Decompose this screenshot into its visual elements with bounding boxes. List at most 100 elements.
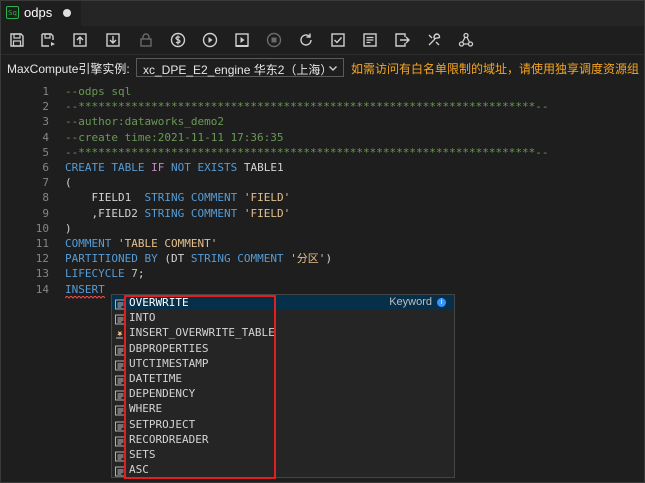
- suggest-item[interactable]: INTO: [112, 310, 454, 325]
- code-line[interactable]: 4 --create time:2021-11-11 17:36:35: [1, 130, 644, 145]
- line-code: --author:dataworks_demo2: [65, 114, 224, 129]
- suggest-item[interactable]: SETPROJECT: [112, 417, 454, 432]
- toolbar: [1, 26, 644, 55]
- suggest-item[interactable]: DBPROPERTIES: [112, 341, 454, 356]
- code-token: 'FIELD': [243, 206, 291, 220]
- refresh-icon[interactable]: [297, 31, 315, 49]
- line-code: --**************************************…: [65, 145, 548, 160]
- line-number: 8: [42, 191, 49, 205]
- code-line[interactable]: 12 PARTITIONED BY (DT STRING COMMENT '分区'…: [1, 251, 644, 266]
- run-with-params-icon[interactable]: [233, 31, 251, 49]
- code-token: ): [65, 221, 72, 235]
- code-token: INSERT: [65, 282, 112, 296]
- snippet-icon: [115, 327, 126, 339]
- keyword-icon: [115, 464, 126, 477]
- check-icon[interactable]: [329, 31, 347, 49]
- code-line[interactable]: 3 --author:dataworks_demo2: [1, 114, 644, 129]
- tab-odps[interactable]: Sq odps: [1, 1, 81, 26]
- keyword-icon: [115, 434, 126, 447]
- upload-icon[interactable]: [71, 31, 89, 49]
- suggest-item-label: WHERE: [129, 402, 163, 416]
- code-token: FIELD1: [65, 191, 145, 205]
- suggest-item-label: DBPROPERTIES: [129, 341, 209, 355]
- line-number: 13: [35, 267, 49, 281]
- line-number: 3: [42, 115, 49, 129]
- stop-icon[interactable]: [265, 31, 283, 49]
- unsaved-dot-icon[interactable]: [63, 9, 71, 17]
- code-line[interactable]: 11 COMMENT 'TABLE COMMENT': [1, 236, 644, 251]
- suggest-item[interactable]: WHERE: [112, 401, 454, 416]
- suggest-item-label: OVERWRITE: [129, 296, 189, 309]
- code-token: STRING COMMENT: [190, 252, 291, 266]
- code-token: 'TABLE COMMENT': [117, 237, 218, 250]
- code-token: (: [65, 176, 72, 190]
- suggest-item-label: DEPENDENCY: [129, 387, 196, 401]
- keyword-icon: [115, 449, 126, 462]
- download-icon[interactable]: [104, 31, 122, 49]
- suggest-item[interactable]: INSERT_OVERWRITE_TABLE: [112, 325, 454, 340]
- sql-file-icon: Sq: [6, 6, 19, 19]
- keyword-icon: [115, 297, 126, 310]
- run-icon[interactable]: [201, 31, 219, 49]
- code-token: 7: [131, 267, 138, 281]
- code-line[interactable]: 8 FIELD1 STRING COMMENT 'FIELD': [1, 190, 644, 205]
- line-code: ): [65, 221, 72, 236]
- keyword-icon: [115, 388, 126, 401]
- code-token: '分区': [290, 252, 326, 266]
- lock-icon[interactable]: [137, 31, 155, 49]
- line-number: 2: [42, 100, 49, 114]
- suggest-item[interactable]: RECORDREADER: [112, 432, 454, 447]
- suggest-item-label: INSERT_OVERWRITE_TABLE: [129, 326, 275, 340]
- line-code: FIELD1 STRING COMMENT 'FIELD': [65, 190, 290, 205]
- save-icon[interactable]: [8, 31, 26, 49]
- line-number: 11: [35, 237, 49, 250]
- code-line[interactable]: 7(: [1, 175, 644, 190]
- suggest-item[interactable]: SETS: [112, 447, 454, 462]
- editor-window: Sq odps MaxCompute引擎实例: xc_DPE_E2_engine…: [0, 0, 645, 483]
- code-line[interactable]: 2 --*************************************…: [1, 99, 644, 114]
- line-code: CREATE TABLE IF NOT EXISTS TABLE1: [65, 160, 284, 175]
- line-code: INSERT: [65, 282, 111, 297]
- line-code: --**************************************…: [65, 99, 548, 114]
- suggest-item[interactable]: DEPENDENCY: [112, 386, 454, 401]
- info-icon[interactable]: i: [437, 298, 446, 307]
- tools-icon[interactable]: [425, 31, 443, 49]
- chevron-down-icon: [329, 66, 337, 71]
- export-icon[interactable]: [393, 31, 411, 49]
- code-token: ,FIELD2: [65, 206, 145, 220]
- line-code: ,FIELD2 STRING COMMENT 'FIELD': [65, 206, 290, 221]
- suggest-detail: Keyword: [389, 296, 432, 308]
- engine-select-value: xc_DPE_E2_engine 华东2（上海）: [143, 63, 333, 77]
- code-line[interactable]: 10): [1, 221, 644, 236]
- graph-icon[interactable]: [457, 31, 475, 49]
- engine-select[interactable]: xc_DPE_E2_engine 华东2（上海）: [136, 58, 344, 77]
- suggest-widget: OVERWRITE Keyword i INTO INSERT_OVERWRITE_TA…: [111, 294, 455, 478]
- code-line[interactable]: 9 ,FIELD2 STRING COMMENT 'FIELD': [1, 206, 644, 221]
- line-number: 9: [42, 206, 49, 220]
- suggest-item-label: DATETIME: [129, 372, 182, 385]
- suggest-item[interactable]: DATETIME: [112, 371, 454, 386]
- line-number: 14: [35, 282, 49, 296]
- suggest-item[interactable]: ASC: [112, 462, 454, 477]
- code-line[interactable]: 13 LIFECYCLE 7;: [1, 266, 644, 281]
- code-line[interactable]: 6 CREATE TABLE IF NOT EXISTS TABLE1: [1, 160, 644, 175]
- format-icon[interactable]: [361, 31, 379, 49]
- line-number: 4: [42, 130, 49, 144]
- line-code: (: [65, 175, 72, 190]
- line-code: COMMENT 'TABLE COMMENT': [65, 236, 217, 251]
- tab-bar: Sq odps: [1, 1, 644, 26]
- keyword-icon: [115, 358, 126, 371]
- code-line[interactable]: 5 --*************************************…: [1, 145, 644, 160]
- line-number: 6: [42, 161, 49, 174]
- suggest-item[interactable]: OVERWRITE Keyword i: [112, 295, 454, 311]
- suggest-item-label: ASC: [129, 463, 149, 477]
- suggest-item[interactable]: UTCTIMESTAMP: [112, 356, 454, 371]
- engine-row: MaxCompute引擎实例: xc_DPE_E2_engine 华东2（上海）…: [1, 55, 644, 80]
- code-token: NOT EXISTS: [170, 161, 244, 174]
- save-as-icon[interactable]: [39, 31, 57, 49]
- cost-icon[interactable]: [169, 31, 187, 49]
- code-line[interactable]: 1 --odps sql: [1, 84, 644, 99]
- code-token: (DT: [164, 252, 191, 266]
- code-token: ): [325, 252, 333, 266]
- line-code: --odps sql: [65, 84, 131, 99]
